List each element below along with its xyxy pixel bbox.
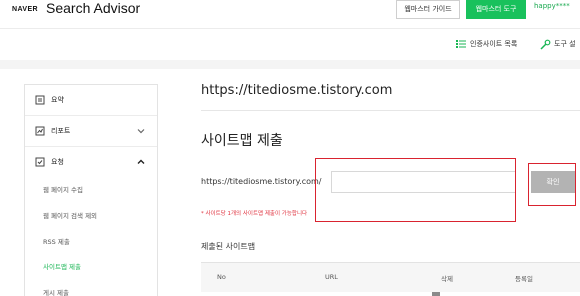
sidebar-item-request[interactable]: 요청 [25, 147, 157, 177]
webmaster-guide-button[interactable]: 웹마스터 가이드 [396, 0, 460, 19]
report-icon [35, 126, 45, 136]
top-header: NAVER Search Advisor 웹마스터 가이드 웹마스터 도구 ha… [0, 0, 580, 22]
column-header-delete: 삭제 [441, 275, 453, 283]
main-divider [201, 110, 580, 111]
certified-sites-label: 인증사이트 목록 [470, 40, 518, 48]
naver-logo[interactable]: NAVER [12, 6, 38, 13]
chevron-down-icon[interactable] [135, 125, 147, 137]
sidebar-subitem-crawl[interactable]: 웹 페이지 수집 [43, 184, 83, 194]
sidebar-subitem-exclude[interactable]: 웹 페이지 검색 제외 [43, 210, 97, 220]
sidebar-item-label: 요청 [51, 158, 64, 166]
list-icon [456, 40, 466, 48]
page-title: 사이트맵 제출 [201, 133, 283, 149]
sidebar-subitem-sitemap[interactable]: 사이트맵 제출 [43, 261, 81, 271]
sidebar-subitem-post[interactable]: 게시 제출 [43, 287, 69, 296]
chevron-up-icon[interactable] [135, 156, 147, 168]
summary-icon [35, 95, 45, 105]
tools-settings-label: 도구 설 [554, 40, 576, 48]
sitemap-limit-note: * 사이트당 1개의 사이트맵 제출이 가능합니다 [201, 211, 308, 217]
table-header: No URL 삭제 등록일 [201, 262, 580, 292]
sidebar-item-label: 요약 [51, 96, 64, 104]
annotation-highlight-input [315, 158, 516, 222]
request-icon [35, 157, 45, 167]
certified-sites-link[interactable]: 인증사이트 목록 [456, 38, 517, 50]
user-menu[interactable]: happy**** [534, 2, 570, 10]
app-title[interactable]: Search Advisor [46, 0, 140, 16]
column-header-date: 등록일 [515, 275, 533, 283]
column-header-no: No [217, 273, 226, 281]
sidebar-item-label: 리포트 [51, 127, 71, 135]
wrench-icon [540, 39, 551, 50]
sidebar-subitem-rss[interactable]: RSS 제출 [43, 236, 70, 246]
annotation-highlight-button [528, 163, 576, 206]
sidebar-item-report[interactable]: 리포트 [25, 116, 157, 146]
sitemap-url-prefix: https://titediosme.tistory.com/ [201, 177, 322, 186]
header-divider [0, 28, 580, 29]
content-band [0, 60, 580, 69]
sidebar-item-summary[interactable]: 요약 [25, 85, 157, 115]
delete-checkbox-edge[interactable] [432, 292, 440, 296]
site-url-title: https://titediosme.tistory.com [201, 83, 393, 98]
webmaster-tools-button[interactable]: 웹마스터 도구 [466, 0, 526, 19]
column-header-url: URL [325, 273, 338, 281]
sidebar: 요약 리포트 요청 웹 페이지 수집 웹 페이지 검색 제외 RSS 제출 사이… [24, 84, 158, 296]
submitted-sitemaps-title: 제출된 사이트맵 [201, 242, 256, 251]
tools-settings-link[interactable]: 도구 설 [540, 38, 576, 50]
